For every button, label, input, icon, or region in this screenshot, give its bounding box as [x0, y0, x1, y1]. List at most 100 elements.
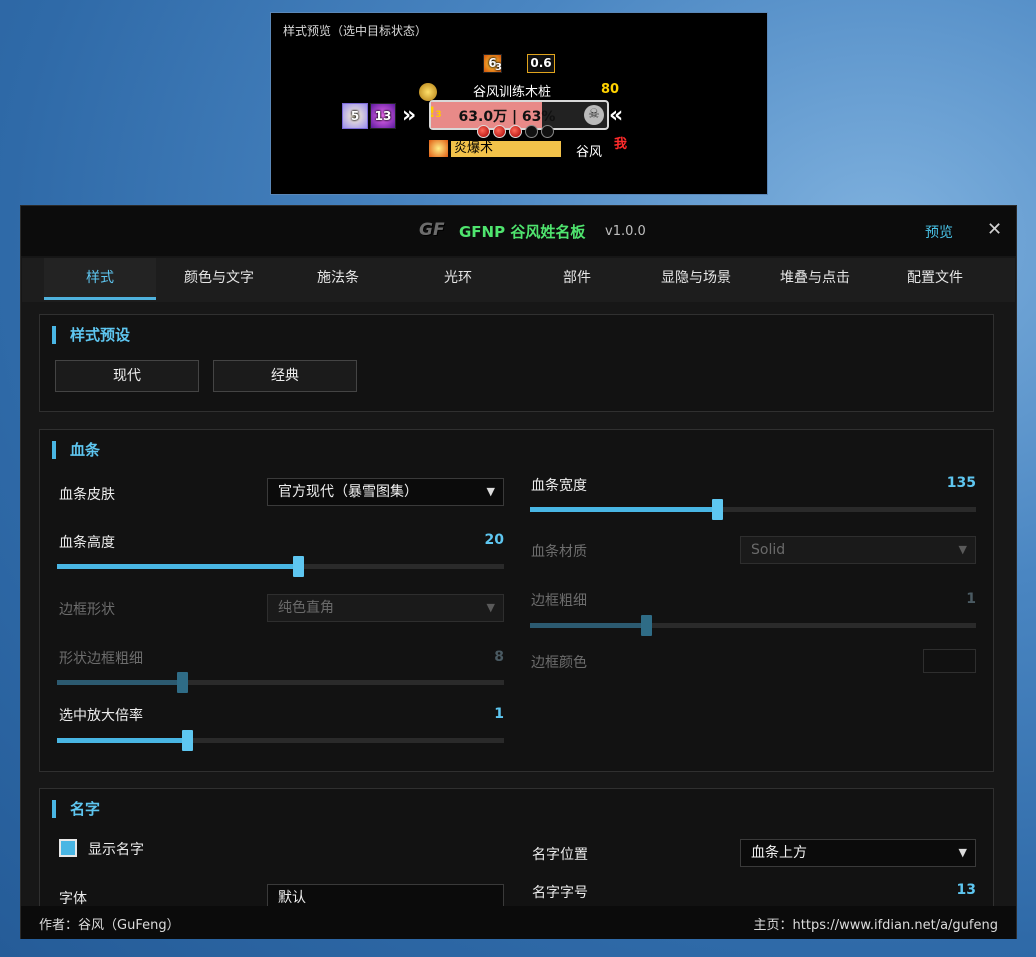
border-thickness-label: 边框粗细 — [531, 593, 587, 609]
show-name-label: 显示名字 — [88, 842, 144, 858]
health-text: 63.0万 | 63% — [458, 109, 556, 125]
combo-point — [541, 125, 554, 138]
buff-duration: 5 — [350, 109, 360, 123]
texture-label: 血条材质 — [531, 544, 587, 560]
slider-thumb[interactable] — [177, 672, 189, 693]
target-arrow-left-icon: » — [402, 103, 417, 128]
select-scale-label: 选中放大倍率 — [59, 708, 143, 724]
shape-border-thickness-label: 形状边框粗细 — [59, 651, 143, 667]
skin-dropdown[interactable]: 官方现代（暴雪图集） ▼ — [267, 478, 504, 506]
skin-label: 血条皮肤 — [59, 487, 115, 503]
texture-value: Solid — [751, 542, 786, 558]
me-target-tag: 我 — [614, 137, 628, 152]
height-slider[interactable] — [57, 556, 504, 577]
slider-thumb[interactable] — [181, 730, 193, 751]
close-icon[interactable]: ✕ — [987, 219, 1002, 240]
app-version: v1.0.0 — [605, 224, 646, 239]
fireball-spell-icon — [429, 140, 448, 157]
tab-colors-text[interactable]: 颜色与文字 — [163, 258, 275, 300]
shape-border-thickness-slider[interactable] — [57, 672, 504, 693]
buff-stack: 3 — [495, 62, 502, 73]
name-position-dropdown[interactable]: 血条上方 ▼ — [740, 839, 976, 867]
shape-border-thickness-value: 8 — [494, 649, 504, 665]
preset-classic-button[interactable]: 经典 — [213, 360, 357, 392]
section-title: 名字 — [52, 800, 100, 818]
buff-icon-top-2: 0.6 — [527, 54, 555, 73]
buff-duration: 0.6 — [530, 56, 552, 70]
cast-bar: 炎爆术 — [451, 141, 561, 157]
style-preview-panel: 样式预览（选中目标状态） 6 3 0.6 谷风训练木桩 80 5 13 » 63… — [270, 12, 768, 195]
tab-profiles[interactable]: 配置文件 — [879, 258, 991, 300]
slider-thumb[interactable] — [712, 499, 724, 520]
combo-point — [477, 125, 490, 138]
section-title: 血条 — [52, 441, 100, 459]
border-shape-dropdown[interactable]: 纯色直角 ▼ — [267, 594, 504, 622]
unit-level: 80 — [601, 82, 620, 97]
tab-visibility-scene[interactable]: 显隐与场景 — [640, 258, 752, 300]
select-scale-slider[interactable] — [57, 730, 504, 751]
font-label: 字体 — [59, 891, 87, 906]
font-dropdown[interactable]: 默认 — [267, 884, 504, 906]
homepage-link[interactable]: 主页：https://www.ifdian.net/a/gufeng — [754, 914, 998, 933]
buff-icon-top-1: 6 3 — [483, 54, 502, 73]
border-color-label: 边框颜色 — [531, 655, 587, 671]
name-font-size-value: 13 — [956, 882, 976, 898]
tab-style[interactable]: 样式 — [44, 258, 156, 300]
slider-fill — [57, 564, 299, 569]
select-scale-value: 1 — [494, 706, 504, 722]
slider-thumb[interactable] — [640, 615, 652, 636]
section-style-preset: 样式预设 现代 经典 — [39, 314, 994, 412]
section-healthbar: 血条 血条皮肤 官方现代（暴雪图集） ▼ 血条高度 20 边框形状 纯色直角 ▼… — [39, 429, 994, 772]
skull-icon: ☠ — [584, 105, 604, 125]
border-thickness-value: 1 — [966, 591, 976, 607]
settings-window: GF GFNP 谷风姓名板 v1.0.0 预览 ✕ 样式 颜色与文字 施法条 光… — [20, 205, 1017, 939]
height-label: 血条高度 — [59, 535, 115, 551]
footer: 作者：谷风（GuFeng） 主页：https://www.ifdian.net/… — [21, 906, 1016, 939]
name-font-size-label: 名字字号 — [532, 885, 588, 901]
slider-fill — [530, 623, 646, 628]
tab-castbar[interactable]: 施法条 — [282, 258, 394, 300]
tab-bar: 样式 颜色与文字 施法条 光环 部件 显隐与场景 堆叠与点击 配置文件 — [22, 258, 1015, 302]
texture-dropdown[interactable]: Solid ▼ — [740, 536, 976, 564]
width-slider[interactable] — [530, 499, 976, 520]
title-bar[interactable]: GF GFNP 谷风姓名板 v1.0.0 预览 ✕ — [21, 206, 1016, 256]
gf-logo: GF — [419, 220, 445, 240]
buff-icon-left-2: 13 — [370, 103, 396, 129]
border-color-swatch[interactable] — [923, 649, 976, 673]
name-position-value: 血条上方 — [751, 845, 807, 861]
chevron-down-icon: ▼ — [958, 846, 967, 859]
font-value: 默认 — [278, 890, 306, 906]
width-value: 135 — [946, 475, 976, 491]
border-thickness-slider[interactable] — [530, 615, 976, 636]
name-position-label: 名字位置 — [532, 847, 588, 863]
section-name: 名字 显示名字 名字位置 血条上方 ▼ 字体 默认 名字字号 13 — [39, 788, 994, 906]
warning-stack: 3 — [435, 110, 442, 120]
preset-modern-button[interactable]: 现代 — [55, 360, 199, 392]
cast-target-name: 谷风 — [576, 145, 603, 160]
border-shape-value: 纯色直角 — [278, 600, 334, 616]
elite-dragon-icon — [419, 83, 437, 101]
section-title: 样式预设 — [52, 326, 130, 344]
settings-content[interactable]: 样式预设 现代 经典 血条 血条皮肤 官方现代（暴雪图集） ▼ 血条高度 20 … — [22, 302, 1015, 906]
unit-name: 谷风训练木桩 — [473, 85, 552, 100]
show-name-checkbox[interactable] — [59, 839, 77, 857]
slider-fill — [57, 680, 183, 685]
tab-stacking-click[interactable]: 堆叠与点击 — [759, 258, 871, 300]
skin-value: 官方现代（暴雪图集） — [278, 484, 418, 500]
buff-duration: 13 — [374, 109, 392, 123]
combo-point — [509, 125, 522, 138]
height-value: 20 — [484, 532, 504, 548]
author-credit: 作者：谷风（GuFeng） — [39, 918, 180, 933]
app-title: GFNP 谷风姓名板 — [459, 223, 586, 241]
cast-spell-name: 炎爆术 — [454, 141, 494, 156]
target-arrow-right-icon: « — [609, 103, 624, 128]
preview-button[interactable]: 预览 — [925, 222, 953, 242]
tab-widgets[interactable]: 部件 — [521, 258, 633, 300]
chevron-down-icon: ▼ — [958, 543, 967, 556]
border-shape-label: 边框形状 — [59, 602, 115, 618]
tab-auras[interactable]: 光环 — [402, 258, 514, 300]
preview-title: 样式预览（选中目标状态） — [283, 24, 428, 38]
chevron-down-icon: ▼ — [486, 485, 495, 498]
slider-thumb[interactable] — [293, 556, 305, 577]
threat-warning-icon: !3 — [429, 105, 442, 121]
